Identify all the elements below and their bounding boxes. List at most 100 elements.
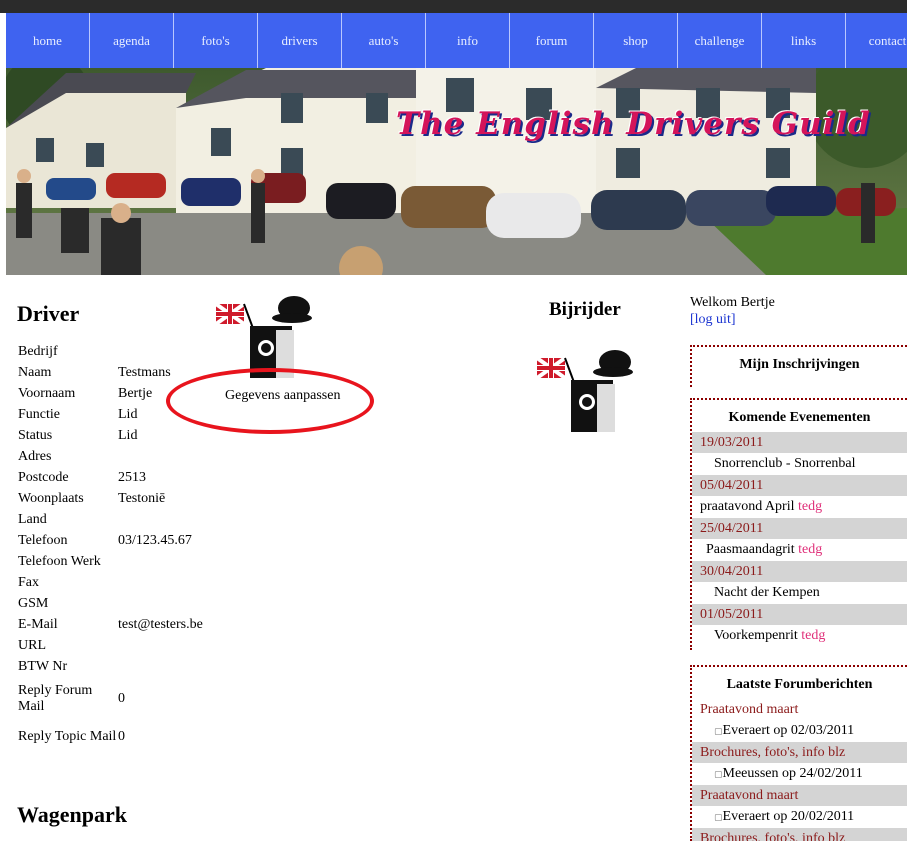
event-item[interactable]: Voorkempenrit tedg: [692, 625, 907, 647]
nav-contact[interactable]: contact: [846, 13, 907, 68]
inschrijvingen-title: Mijn Inschrijvingen: [739, 357, 860, 372]
field-row: Status Lid: [18, 428, 208, 449]
nav-drivers[interactable]: drivers: [258, 13, 342, 68]
field-value-btw-nr: [118, 659, 208, 680]
field-value-bedrijf: [118, 344, 208, 365]
field-value-postcode: 2513: [118, 470, 146, 485]
field-value-land: [118, 512, 208, 533]
driver-heading: Driver: [17, 301, 80, 326]
forum-post-title[interactable]: Brochures, foto's, info blz: [692, 828, 907, 841]
events-box: Komende Evenementen 19/03/2011 Snorrencl…: [690, 398, 907, 650]
forum-post-title[interactable]: Praatavond maart: [692, 699, 907, 720]
forum-post-title[interactable]: Brochures, foto's, info blz: [692, 742, 907, 763]
field-row: Adres: [18, 449, 208, 470]
field-row: Land: [18, 512, 208, 533]
banner-title: The English Drivers Guild: [396, 106, 871, 142]
event-date[interactable]: 05/04/2011: [692, 475, 907, 496]
event-name: Snorrenclub - Snorrenbal: [714, 456, 856, 471]
nav-home[interactable]: home: [6, 13, 90, 68]
event-item[interactable]: Nacht der Kempen: [692, 582, 907, 604]
field-label-telefoon: Telefoon: [18, 533, 68, 548]
field-value-status: Lid: [118, 428, 138, 443]
event-date[interactable]: 25/04/2011: [692, 518, 907, 539]
nav-info[interactable]: info: [426, 13, 510, 68]
main-nav: home agenda foto's drivers auto's info f…: [6, 13, 907, 68]
nav-shop[interactable]: shop: [594, 13, 678, 68]
document-icon: ▢: [714, 812, 723, 822]
event-name: Nacht der Kempen: [714, 585, 820, 600]
field-row: Naam Testmans: [18, 365, 208, 386]
bijrijder-heading: Bijrijder: [549, 299, 621, 320]
forum-post-title[interactable]: Praatavond maart: [692, 785, 907, 806]
field-label-telefoon-werk: Telefoon Werk: [18, 554, 101, 569]
field-value-woonplaats: Testoniē: [118, 491, 166, 506]
welcome-text: Welkom Bertje: [690, 295, 775, 310]
forum-post-meta: ▢Everaert op 20/02/2011: [692, 806, 907, 828]
field-label-postcode: Postcode: [18, 470, 69, 485]
nav-links[interactable]: links: [762, 13, 846, 68]
forum-post-author: Meeussen op 24/02/2011: [722, 766, 863, 781]
field-row: Reply Forum Mail 0: [18, 680, 208, 718]
forum-title: Laatste Forumberichten: [726, 677, 873, 692]
event-tag: tedg: [798, 542, 823, 557]
field-value-url: [118, 638, 208, 659]
forum-post-meta: ▢Meeussen op 24/02/2011: [692, 763, 907, 785]
field-row: Telefoon Werk: [18, 554, 208, 575]
welcome-block: Welkom Bertje [log uit]: [690, 294, 775, 328]
nav-autos[interactable]: auto's: [342, 13, 426, 68]
event-name: Voorkempenrit: [714, 628, 798, 643]
field-value-adres: [118, 449, 208, 470]
field-label-reply-forum-mail: Reply Forum Mail: [18, 683, 93, 714]
field-label-naam: Naam: [18, 365, 52, 380]
event-date[interactable]: 19/03/2011: [692, 432, 907, 453]
event-date[interactable]: 01/05/2011: [692, 604, 907, 625]
field-label-email: E-Mail: [18, 617, 58, 632]
field-value-reply-topic-mail: 0: [118, 729, 125, 744]
inschrijvingen-box: Mijn Inschrijvingen: [690, 345, 907, 387]
field-value-gsm: [118, 596, 208, 617]
field-label-fax: Fax: [18, 575, 39, 590]
field-row: Reply Topic Mail 0: [18, 718, 208, 756]
field-row: URL: [18, 638, 208, 659]
forum-box: Laatste Forumberichten Praatavond maart …: [690, 665, 907, 841]
field-label-reply-topic-mail: Reply Topic Mail: [18, 729, 117, 744]
field-row: GSM: [18, 596, 208, 617]
event-item[interactable]: Paasmaandagrit tedg: [692, 539, 907, 561]
wagenpark-heading: Wagenpark: [17, 802, 128, 827]
field-row: E-Mail test@testers.be: [18, 617, 208, 638]
field-label-gsm: GSM: [18, 596, 49, 611]
field-label-adres: Adres: [18, 449, 52, 464]
field-label-bedrijf: Bedrijf: [18, 344, 58, 359]
event-item[interactable]: praatavond April tedg: [692, 496, 907, 518]
bijrijder-logo: [535, 340, 635, 440]
field-label-url: URL: [18, 638, 46, 653]
nav-fotos[interactable]: foto's: [174, 13, 258, 68]
event-name: Paasmaandagrit: [706, 542, 795, 557]
events-title: Komende Evenementen: [728, 410, 871, 425]
field-label-land: Land: [18, 512, 47, 527]
field-label-woonplaats: Woonplaats: [18, 491, 84, 506]
nav-forum[interactable]: forum: [510, 13, 594, 68]
field-value-email: test@testers.be: [118, 617, 203, 632]
field-row: Fax: [18, 575, 208, 596]
guild-logo-icon: [214, 296, 312, 378]
field-row: Postcode 2513: [18, 470, 208, 491]
event-item[interactable]: Snorrenclub - Snorrenbal: [692, 453, 907, 475]
field-label-status: Status: [18, 428, 53, 443]
field-row: Bedrijf: [18, 344, 208, 365]
field-value-fax: [118, 575, 208, 596]
field-row: Woonplaats Testoniē: [18, 491, 208, 512]
field-label-voornaam: Voornaam: [18, 386, 76, 401]
banner-photo: [6, 68, 907, 275]
event-date[interactable]: 30/04/2011: [692, 561, 907, 582]
field-value-telefoon: 03/123.45.67: [118, 533, 192, 548]
nav-agenda[interactable]: agenda: [90, 13, 174, 68]
nav-challenge[interactable]: challenge: [678, 13, 762, 68]
event-name: praatavond April: [700, 499, 795, 514]
field-row: BTW Nr: [18, 659, 208, 680]
event-tag: tedg: [801, 628, 826, 643]
forum-post-meta: ▢Everaert op 02/03/2011: [692, 720, 907, 742]
logout-link[interactable]: [log uit]: [690, 311, 775, 328]
field-label-btw-nr: BTW Nr: [18, 659, 68, 674]
header-banner: The English Drivers Guild: [6, 68, 907, 275]
